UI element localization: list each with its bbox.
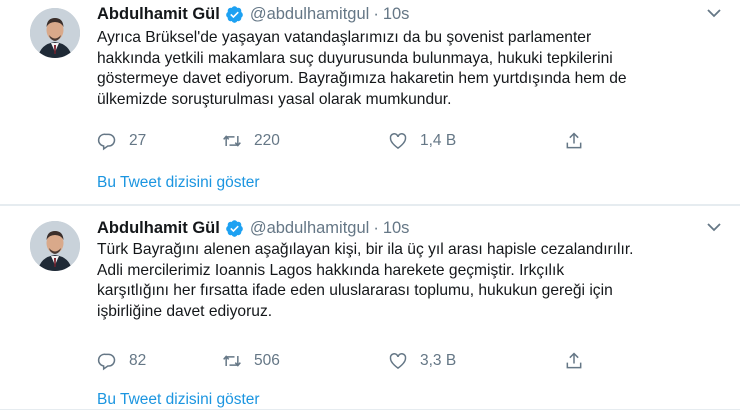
like-count: 3,3 B: [420, 352, 457, 369]
retweet-count: 506: [254, 352, 280, 369]
timestamp[interactable]: 10s: [383, 219, 410, 238]
reply-button[interactable]: 27: [97, 131, 222, 151]
reply-icon: [97, 133, 116, 151]
like-button[interactable]: 1,4 B: [388, 131, 564, 151]
share-button[interactable]: [564, 131, 596, 151]
tweet-actions: 82 506 3,3 B: [97, 349, 637, 373]
reply-button[interactable]: 82: [97, 351, 222, 371]
share-icon: [566, 132, 582, 149]
tweet-text-line: göstermeye davet ediyorum. Bayrağımıza h…: [97, 70, 627, 87]
author-handle[interactable]: @abdulhamitgul: [250, 5, 370, 24]
share-icon: [566, 352, 582, 369]
show-thread-link[interactable]: Bu Tweet dizisini göster: [97, 174, 260, 192]
reply-count: 27: [129, 132, 147, 149]
chevron-down-icon[interactable]: [706, 219, 722, 235]
avatar[interactable]: [30, 221, 80, 271]
retweet-count: 220: [254, 132, 280, 149]
verified-badge-icon: [225, 5, 244, 24]
chevron-down-icon[interactable]: [706, 5, 722, 21]
tweet-header: Abdulhamit Gül @abdulhamitgul · 10s: [97, 217, 720, 239]
tweet-actions: 27 220 1,4 B: [97, 129, 637, 153]
tweet-text-line: hakkında yetkili makamlara suç duyurusun…: [97, 49, 613, 67]
like-icon: [389, 133, 407, 149]
tweet-header: Abdulhamit Gül @abdulhamitgul · 10s: [97, 3, 720, 25]
avatar[interactable]: [30, 8, 80, 58]
retweet-button[interactable]: 506: [222, 351, 388, 371]
tweet-text-line: Türk Bayrağını alenen aşağılayan kişi, b…: [97, 241, 634, 258]
author-name[interactable]: Abdulhamit Gül: [97, 219, 220, 238]
author-name[interactable]: Abdulhamit Gül: [97, 5, 220, 24]
tweet-text-line: işbirliğine davet ediyoruz.: [97, 302, 273, 320]
show-thread-link[interactable]: Bu Tweet dizisini göster: [97, 391, 260, 409]
tweet-text-line: karşıtlığını her fırsatta ifade eden ulu…: [97, 282, 613, 299]
tweet-text-line: ülkemizde soruşturulması yasal olarak mu…: [97, 90, 452, 108]
verified-badge-icon: [225, 219, 244, 238]
separator-dot: ·: [373, 4, 379, 23]
tweet[interactable]: Abdulhamit Gül @abdulhamitgul · 10s Türk…: [0, 205, 740, 410]
tweet-text-line: Ayrıca Brüksel'de yaşayan vatandaşlarımı…: [97, 29, 592, 46]
separator-dot: ·: [373, 218, 379, 237]
like-icon: [389, 353, 407, 369]
reply-count: 82: [129, 352, 147, 369]
timestamp[interactable]: 10s: [383, 5, 410, 24]
like-count: 1,4 B: [420, 132, 457, 149]
tweet-text: Ayrıca Brüksel'de yaşayan vatandaşlarımı…: [97, 28, 717, 110]
tweet-text-line: Adli mercilerimiz Ioannis Lagos hakkında…: [97, 261, 565, 279]
author-handle[interactable]: @abdulhamitgul: [250, 219, 370, 238]
retweet-icon: [223, 135, 241, 147]
tweet[interactable]: Abdulhamit Gül @abdulhamitgul · 10s Ayrı…: [0, 0, 740, 205]
tweet-text: Türk Bayrağını alenen aşağılayan kişi, b…: [97, 240, 717, 322]
reply-icon: [97, 353, 116, 371]
share-button[interactable]: [564, 351, 596, 371]
retweet-button[interactable]: 220: [222, 131, 388, 151]
retweet-icon: [223, 355, 241, 367]
like-button[interactable]: 3,3 B: [388, 351, 564, 371]
